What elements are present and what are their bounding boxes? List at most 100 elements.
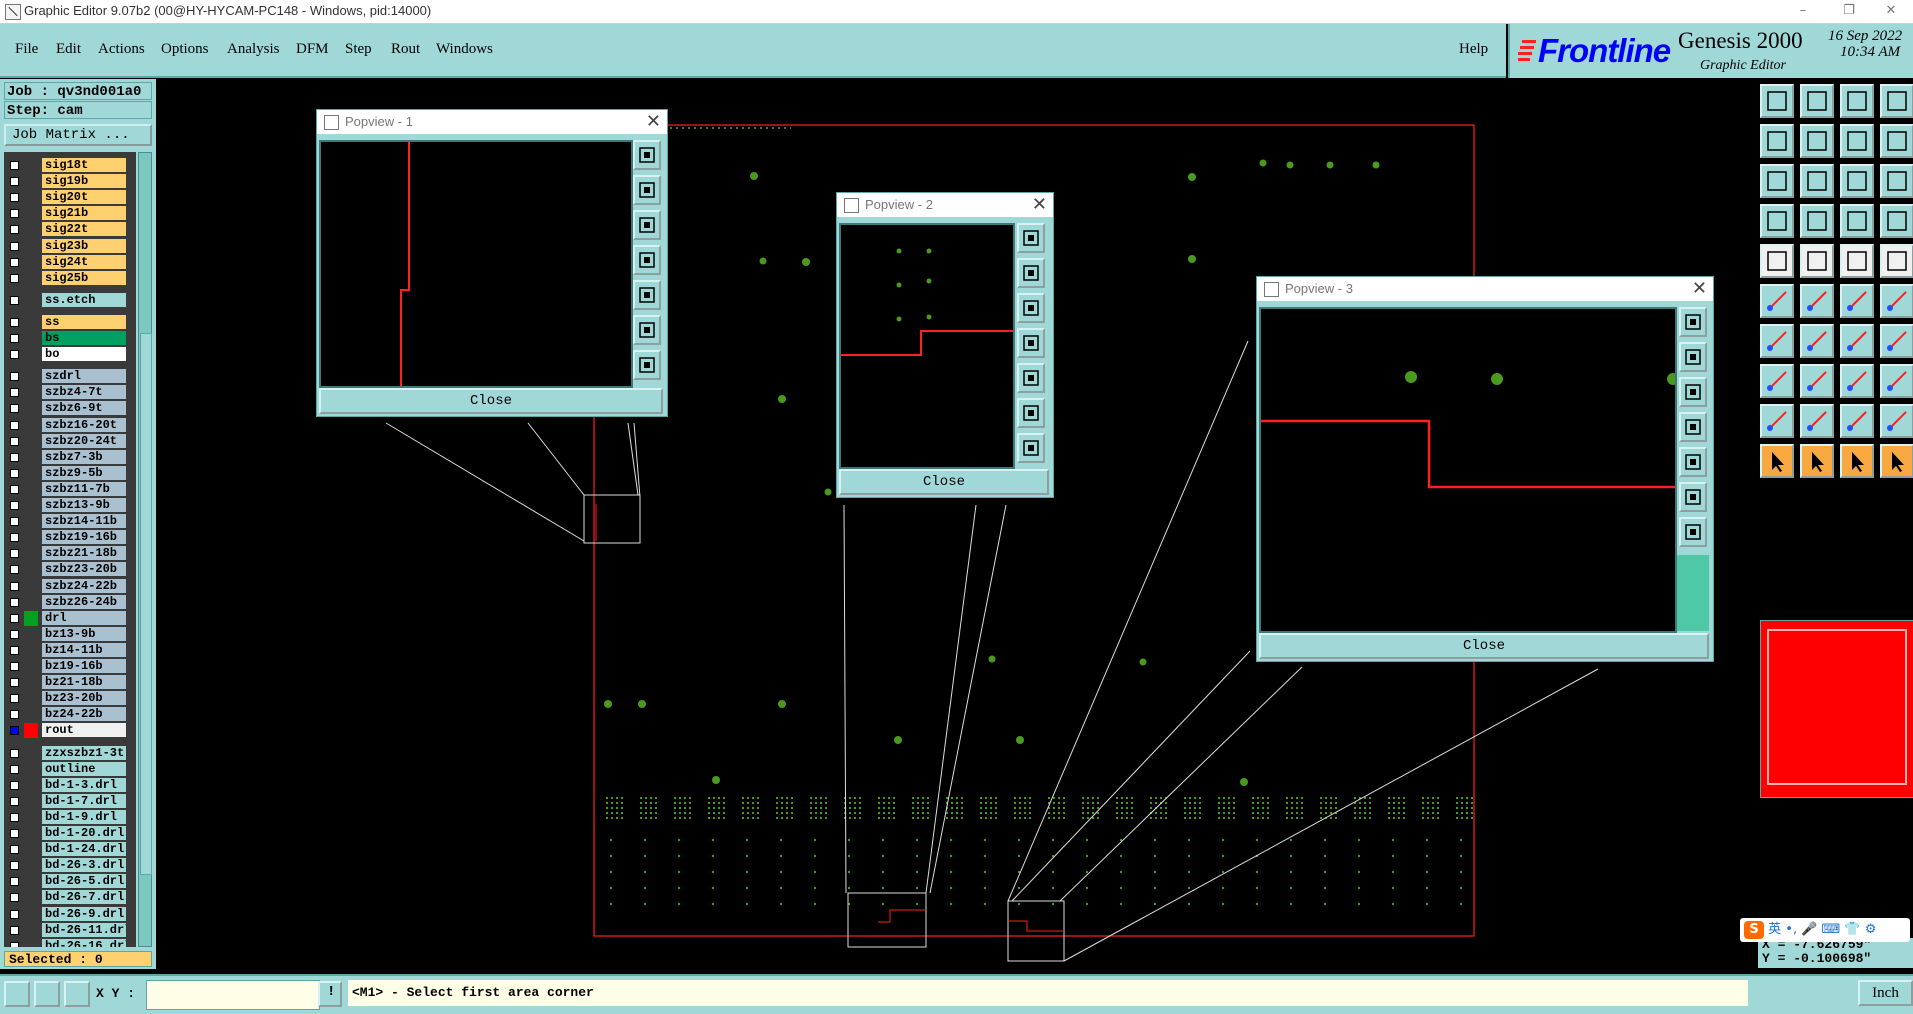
layer-color-swatch[interactable]: [24, 858, 38, 873]
layer-row[interactable]: bo: [4, 347, 136, 362]
toolbar-tool-icon[interactable]: [1880, 124, 1913, 158]
popview-1-close-button[interactable]: Close: [319, 388, 663, 414]
layer-row[interactable]: szbz23-20b: [4, 562, 136, 577]
layer-color-swatch[interactable]: [24, 331, 38, 346]
layer-color-swatch[interactable]: [24, 762, 38, 777]
layer-row[interactable]: bz21-18b: [4, 675, 136, 690]
layer-color-swatch[interactable]: [24, 826, 38, 841]
menu-file[interactable]: File: [15, 41, 38, 58]
popview-tool-icon[interactable]: [633, 350, 661, 380]
layer-checkbox[interactable]: [10, 273, 19, 283]
layer-color-swatch[interactable]: [24, 659, 38, 674]
menu-windows[interactable]: Windows: [436, 41, 493, 58]
toolbar-tool-icon[interactable]: [1800, 124, 1834, 158]
menu-actions[interactable]: Actions: [98, 41, 145, 58]
layer-row[interactable]: bd-1-3.drl: [4, 777, 136, 793]
toolbar-tool-icon[interactable]: [1800, 284, 1834, 318]
toolbar-tool-icon[interactable]: [1840, 364, 1874, 398]
info-icon[interactable]: !: [318, 981, 342, 1007]
toolbar-tool-icon[interactable]: [1880, 164, 1913, 198]
layer-checkbox[interactable]: [10, 484, 19, 494]
layer-row[interactable]: sig20t: [4, 190, 136, 205]
scrollbar-thumb[interactable]: [140, 333, 152, 875]
layer-row[interactable]: sig19b: [4, 174, 136, 189]
toolbar-tool-icon[interactable]: [1760, 404, 1794, 438]
popview-tool-icon[interactable]: [1017, 258, 1045, 288]
toolbar-tool-icon[interactable]: [1800, 324, 1834, 358]
layer-color-swatch[interactable]: [24, 610, 38, 626]
toolbar-tool-icon[interactable]: [1880, 84, 1913, 118]
layer-color-swatch[interactable]: [24, 595, 38, 610]
layer-checkbox[interactable]: [10, 812, 19, 822]
layer-checkbox[interactable]: [10, 317, 19, 327]
layer-row[interactable]: bd-1-20.drl: [4, 826, 136, 841]
layer-checkbox[interactable]: [10, 678, 19, 688]
layer-checkbox[interactable]: [10, 597, 19, 607]
board-preview[interactable]: [1760, 620, 1913, 798]
layer-row[interactable]: szbz7-3b: [4, 449, 136, 465]
layer-checkbox[interactable]: [10, 350, 19, 360]
layer-checkbox[interactable]: [10, 796, 19, 806]
layer-row[interactable]: szdrl: [4, 369, 136, 384]
layer-color-swatch[interactable]: [24, 315, 38, 330]
toolbar-tool-icon[interactable]: [1760, 204, 1794, 238]
layer-row[interactable]: rout: [4, 723, 136, 739]
toolbar-tool-icon[interactable]: [1800, 204, 1834, 238]
layer-color-swatch[interactable]: [24, 239, 38, 254]
layer-color-swatch[interactable]: [24, 579, 38, 594]
layer-color-swatch[interactable]: [24, 498, 38, 513]
layer-checkbox[interactable]: [10, 726, 19, 736]
layer-checkbox[interactable]: [10, 388, 19, 398]
popview-2-close-icon[interactable]: ✕: [1032, 194, 1047, 215]
toolbar-tool-icon[interactable]: [1840, 84, 1874, 118]
layer-checkbox[interactable]: [10, 613, 19, 623]
layer-checkbox[interactable]: [10, 501, 19, 510]
layer-row[interactable]: sig21b: [4, 206, 136, 221]
job-matrix-button[interactable]: Job Matrix ...: [4, 124, 152, 146]
layer-color-swatch[interactable]: [24, 530, 38, 545]
minimize-button[interactable]: –: [1780, 0, 1826, 23]
layer-row[interactable]: bd-26-16.drl: [4, 938, 136, 947]
layer-row[interactable]: bd-26-5.drl: [4, 874, 136, 889]
layer-color-swatch[interactable]: [24, 643, 38, 658]
layer-checkbox[interactable]: [10, 549, 19, 559]
menu-options[interactable]: Options: [161, 41, 209, 58]
layer-checkbox[interactable]: [10, 877, 19, 887]
toolbar-tool-icon[interactable]: [1880, 204, 1913, 238]
layer-color-swatch[interactable]: [24, 222, 38, 237]
layer-row[interactable]: bd-26-7.drl: [4, 890, 136, 905]
layer-checkbox[interactable]: [10, 257, 19, 267]
layer-row[interactable]: zzxszbz1-3t: [4, 745, 136, 761]
layer-checkbox[interactable]: [10, 780, 19, 790]
layer-row[interactable]: szbz19-16b: [4, 530, 136, 545]
layer-color-swatch[interactable]: [24, 778, 38, 793]
popview-3-scroll-area[interactable]: [1677, 555, 1709, 631]
layer-color-swatch[interactable]: [24, 206, 38, 221]
layer-color-swatch[interactable]: [24, 190, 38, 205]
layer-checkbox[interactable]: [10, 177, 19, 187]
popview-3-view[interactable]: [1259, 307, 1679, 633]
layer-color-swatch[interactable]: [24, 466, 38, 481]
popview-1-view[interactable]: [319, 140, 633, 388]
toolbar-tool-icon[interactable]: [1800, 444, 1834, 478]
layer-checkbox[interactable]: [10, 581, 19, 591]
layer-row[interactable]: szbz4-7t: [4, 385, 136, 400]
layer-row[interactable]: szbz14-11b: [4, 514, 136, 529]
popview-2-view[interactable]: [839, 223, 1015, 469]
toolbar-tool-icon[interactable]: [1880, 284, 1913, 318]
toolbar-tool-icon[interactable]: [1880, 444, 1913, 478]
layer-row[interactable]: drl: [4, 610, 136, 626]
toolbar-tool-icon[interactable]: [1840, 164, 1874, 198]
layer-checkbox[interactable]: [10, 452, 19, 462]
close-window-button[interactable]: ✕: [1868, 0, 1913, 23]
layer-row[interactable]: sig23b: [4, 238, 136, 254]
layer-row[interactable]: szbz11-7b: [4, 481, 136, 497]
popview-tool-icon[interactable]: [1679, 377, 1707, 407]
layer-row[interactable]: bd-1-24.drl: [4, 842, 136, 857]
menu-rout[interactable]: Rout: [391, 41, 420, 58]
layer-row[interactable]: outline: [4, 761, 136, 777]
layer-checkbox[interactable]: [10, 334, 19, 343]
toolbar-tool-icon[interactable]: [1840, 284, 1874, 318]
toolbar-tool-icon[interactable]: [1760, 244, 1794, 278]
popview-2-close-button[interactable]: Close: [839, 469, 1049, 495]
